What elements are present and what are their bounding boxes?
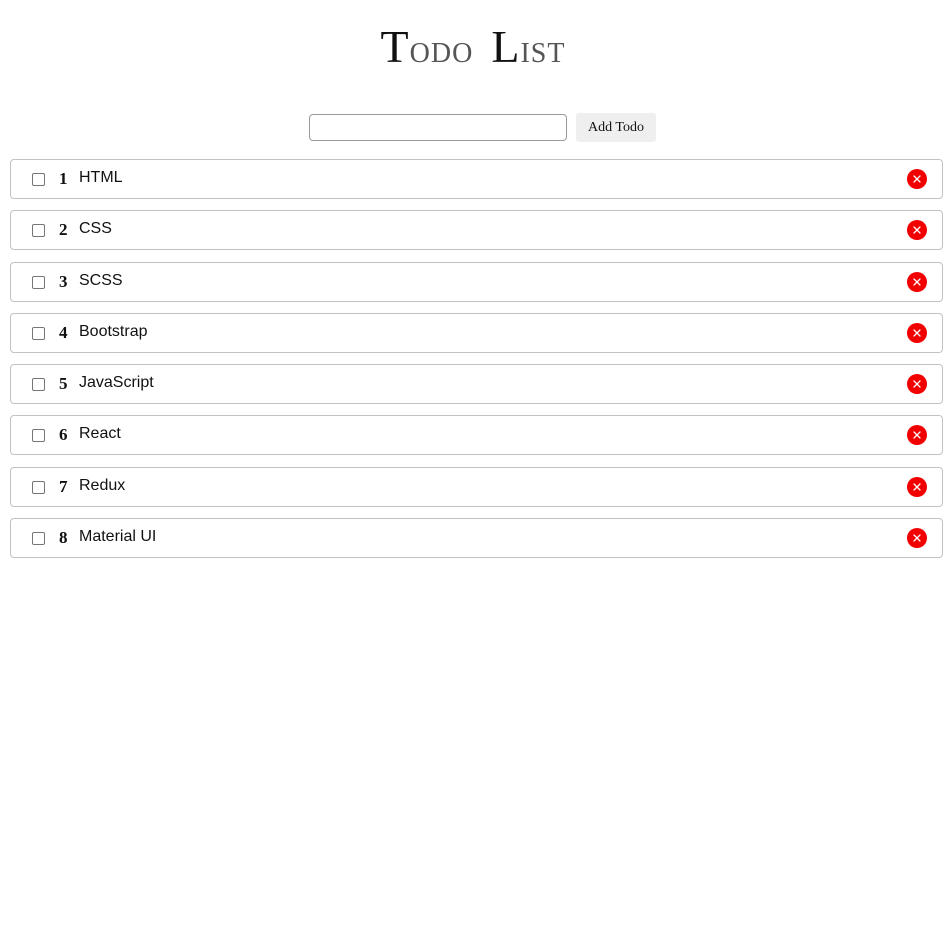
- todo-checkbox[interactable]: [32, 173, 45, 186]
- close-icon: [913, 226, 921, 234]
- close-icon: [913, 175, 921, 183]
- todo-text: CSS: [79, 220, 112, 238]
- todo-text: Redux: [79, 476, 126, 494]
- delete-todo-button[interactable]: [907, 169, 927, 189]
- todo-number: 5: [59, 374, 68, 394]
- todo-input[interactable]: [309, 114, 567, 141]
- todo-checkbox[interactable]: [32, 326, 45, 340]
- todo-number: 3: [59, 271, 68, 291]
- todo-text: HTML: [79, 169, 123, 186]
- title-rest-odo: odo: [409, 38, 474, 69]
- delete-todo-button[interactable]: [907, 374, 927, 395]
- title-initial-l: L: [491, 21, 521, 72]
- todo-text: React: [79, 425, 121, 443]
- todo-checkbox[interactable]: [32, 275, 45, 289]
- close-icon: [913, 380, 921, 388]
- todo-checkbox[interactable]: [32, 480, 45, 494]
- delete-todo-button[interactable]: [907, 425, 927, 446]
- delete-todo-button[interactable]: [907, 271, 927, 292]
- todo-checkbox[interactable]: [32, 224, 45, 238]
- page-title: Todo List: [0, 22, 946, 72]
- add-todo-button[interactable]: Add Todo: [576, 113, 656, 142]
- todo-item: 5 JavaScript: [10, 364, 943, 405]
- title-initial-t: T: [380, 21, 410, 72]
- todo-number: 2: [59, 220, 68, 240]
- close-icon: [913, 534, 921, 542]
- todo-item: 8 Material UI: [10, 518, 943, 559]
- todo-checkbox[interactable]: [32, 378, 45, 392]
- delete-todo-button[interactable]: [907, 528, 927, 549]
- close-icon: [913, 329, 921, 337]
- todo-number: 1: [59, 169, 68, 188]
- todo-checkbox[interactable]: [32, 532, 45, 546]
- todo-number: 4: [59, 322, 68, 342]
- add-todo-form: Add Todo: [309, 113, 656, 142]
- delete-todo-button[interactable]: [907, 220, 927, 241]
- todo-item: 2 CSS: [10, 210, 943, 251]
- todo-list: 1 HTML 2 CSS 3 SCSS 4 Bootstrap 5 JavaSc…: [10, 159, 943, 569]
- todo-text: JavaScript: [79, 374, 154, 392]
- todo-item: 4 Bootstrap: [10, 312, 943, 353]
- todo-text: Bootstrap: [79, 322, 148, 340]
- close-icon: [913, 431, 921, 440]
- delete-todo-button[interactable]: [907, 322, 927, 343]
- close-icon: [913, 277, 921, 286]
- delete-todo-button[interactable]: [907, 476, 927, 497]
- todo-number: 8: [59, 528, 68, 548]
- todo-item: 1 HTML: [10, 159, 943, 199]
- todo-text: Material UI: [79, 528, 157, 546]
- todo-number: 7: [59, 476, 68, 496]
- todo-item: 7 Redux: [10, 466, 943, 507]
- todo-text: SCSS: [79, 271, 123, 289]
- close-icon: [913, 483, 921, 491]
- todo-checkbox[interactable]: [32, 429, 45, 443]
- title-rest-ist: ist: [520, 38, 566, 69]
- todo-item: 6 React: [10, 415, 943, 456]
- todo-item: 3 SCSS: [10, 261, 943, 302]
- todo-number: 6: [59, 425, 68, 445]
- todo-app: Todo List Add Todo 1 HTML 2 CSS 3 SCSS: [0, 0, 946, 935]
